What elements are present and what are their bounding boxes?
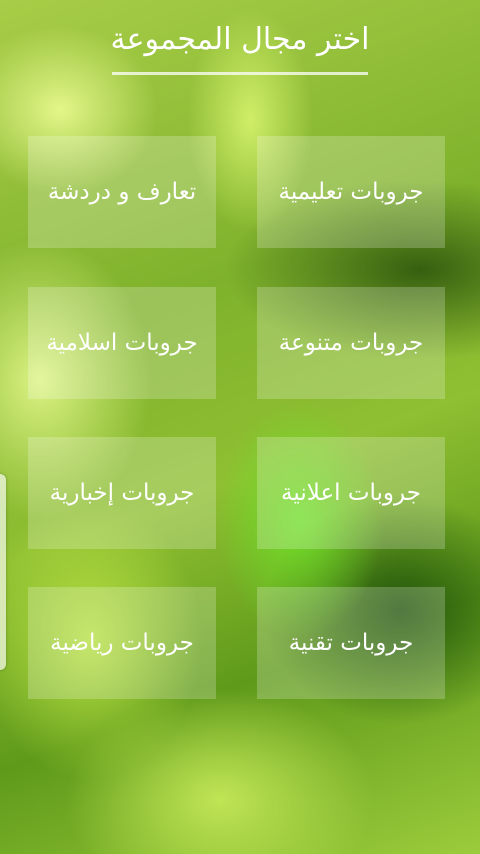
group-tile-dating-chat[interactable]: تعارف و دردشة xyxy=(28,136,216,248)
header: اختر مجال المجموعة xyxy=(0,0,480,78)
group-tile-label: جروبات تقنية xyxy=(288,630,414,656)
group-tile-educational[interactable]: جروبات تعليمية xyxy=(257,136,445,248)
group-tile-label: جروبات اسلامية xyxy=(46,330,198,356)
group-tile-label: جروبات إخبارية xyxy=(49,480,195,506)
group-tile-label: تعارف و دردشة xyxy=(47,179,197,205)
page-title: اختر مجال المجموعة xyxy=(110,22,370,57)
group-tile-sports[interactable]: جروبات رياضية xyxy=(28,587,216,699)
title-underline xyxy=(112,72,368,75)
group-tile-news[interactable]: جروبات إخبارية xyxy=(28,437,216,549)
group-tile-miscellaneous[interactable]: جروبات متنوعة xyxy=(257,287,445,399)
group-tile-label: جروبات متنوعة xyxy=(278,330,424,356)
group-tile-label: جروبات تعليمية xyxy=(278,179,424,205)
blurred-green-background xyxy=(0,0,480,854)
group-tile-technology[interactable]: جروبات تقنية xyxy=(257,587,445,699)
group-tile-label: جروبات اعلانية xyxy=(281,480,421,506)
side-drawer-handle[interactable] xyxy=(0,474,6,670)
group-tile-label: جروبات رياضية xyxy=(50,630,194,656)
group-tile-advertising[interactable]: جروبات اعلانية xyxy=(257,437,445,549)
group-tile-islamic[interactable]: جروبات اسلامية xyxy=(28,287,216,399)
